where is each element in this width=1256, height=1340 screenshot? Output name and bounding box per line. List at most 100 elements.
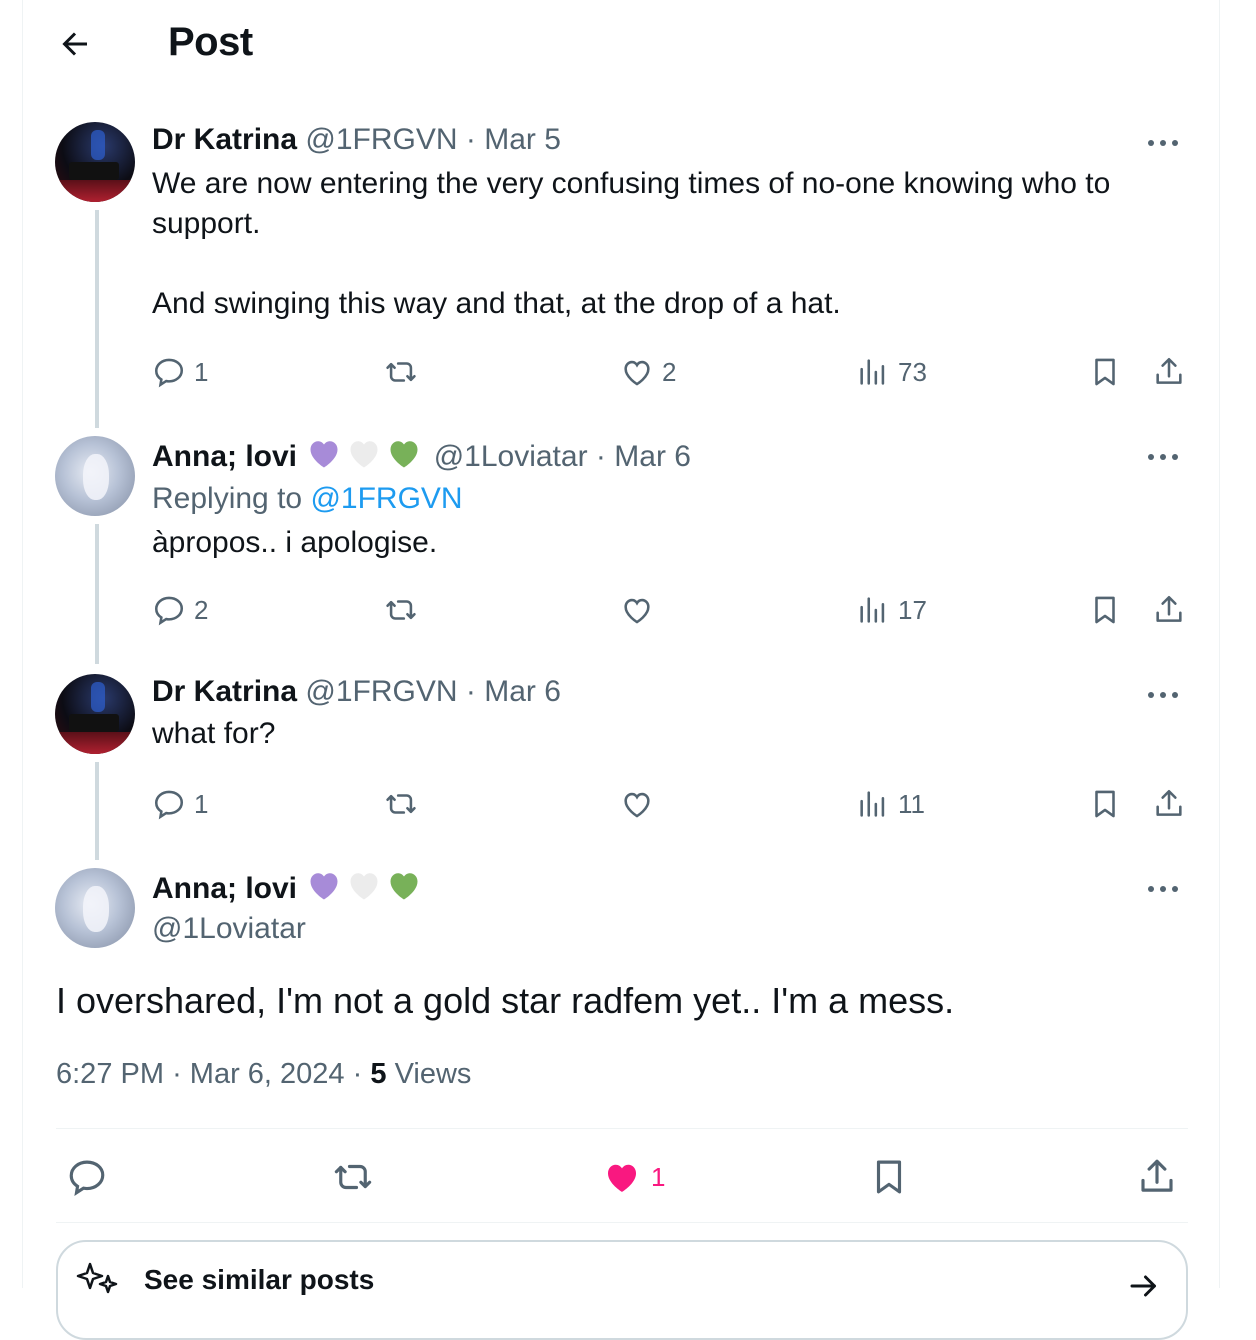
- header: Post: [23, 0, 1219, 90]
- share-button[interactable]: [1136, 1152, 1178, 1202]
- green-heart-icon: [385, 868, 423, 904]
- author-handle-line: @1Loviatar: [152, 911, 1189, 947]
- author-handle[interactable]: @1FRGVN: [305, 675, 457, 708]
- author-name[interactable]: Anna; lovi: [152, 872, 297, 905]
- post-time[interactable]: 6:27 PM: [56, 1058, 164, 1090]
- author-handle[interactable]: @1Loviatar: [434, 440, 588, 473]
- more-icon: [1148, 692, 1178, 698]
- more-icon: [1148, 886, 1178, 892]
- views-label: Views: [394, 1058, 472, 1090]
- thread-line: [95, 210, 99, 428]
- share-button[interactable]: [1152, 352, 1186, 392]
- author-name[interactable]: Dr Katrina: [152, 123, 297, 156]
- share-icon: [1156, 789, 1182, 816]
- repost-button[interactable]: [384, 352, 418, 392]
- views-button[interactable]: 17: [856, 590, 927, 630]
- post-text: We are now entering the very confusing t…: [152, 167, 1111, 320]
- replying-to: Replying to @1FRGVN: [152, 482, 463, 515]
- repost-icon: [386, 600, 416, 620]
- like-button[interactable]: 2: [620, 352, 676, 392]
- see-similar-posts-label: See similar posts: [144, 1264, 375, 1295]
- more-icon: [1148, 140, 1178, 146]
- reply-icon: [154, 790, 184, 820]
- arrow-right-icon: [1130, 1275, 1156, 1297]
- reply-icon: [69, 1160, 105, 1197]
- repost-button[interactable]: [384, 590, 418, 630]
- white-heart-icon: [345, 868, 383, 904]
- bookmark-button[interactable]: [868, 1152, 910, 1202]
- replying-to-link[interactable]: @1FRGVN: [310, 482, 462, 515]
- author-handle[interactable]: @1FRGVN: [305, 123, 457, 156]
- bookmark-icon: [1095, 596, 1115, 624]
- post-meta: Anna; lovi: [152, 868, 1189, 907]
- post-date[interactable]: Mar 6: [614, 440, 691, 473]
- see-similar-posts-button[interactable]: See similar posts: [56, 1240, 1188, 1340]
- reply-button[interactable]: 2: [152, 590, 208, 630]
- author-handle[interactable]: @1Loviatar: [152, 912, 306, 945]
- bookmark-button[interactable]: [1088, 784, 1122, 824]
- more-button[interactable]: [1145, 680, 1185, 710]
- main-post-text: I overshared, I'm not a gold star radfem…: [56, 980, 955, 1021]
- more-button[interactable]: [1145, 442, 1185, 472]
- more-button[interactable]: [1145, 128, 1185, 158]
- bookmark-icon: [1095, 358, 1115, 386]
- post-text: àpropos.. i apologise.: [152, 526, 438, 559]
- views-icon: [860, 597, 885, 623]
- avatar[interactable]: [55, 436, 135, 516]
- more-icon: [1148, 454, 1178, 460]
- divider: [56, 1128, 1188, 1129]
- sparkle-icon: [76, 1262, 118, 1294]
- post-meta: Anna; lovi @1Loviatar · Mar 6: [152, 436, 1189, 475]
- post-actions: 1 11: [152, 784, 1192, 824]
- post-timestamp: 6:27 PM · Mar 6, 2024 · 5 Views: [56, 1058, 472, 1090]
- like-icon: [624, 598, 650, 624]
- white-heart-icon: [345, 436, 383, 472]
- share-icon: [1141, 1159, 1173, 1192]
- post-meta: Dr Katrina @1FRGVN · Mar 6: [152, 675, 561, 708]
- post-date[interactable]: Mar 5: [484, 123, 561, 156]
- back-arrow-icon: [62, 32, 87, 56]
- like-button[interactable]: [620, 590, 654, 630]
- avatar[interactable]: [55, 122, 135, 202]
- reply-icon: [154, 358, 184, 388]
- main-post-actions: 1: [56, 1152, 1188, 1202]
- thread-line: [95, 524, 99, 664]
- reply-icon: [154, 596, 184, 626]
- post-text: what for?: [152, 717, 276, 750]
- reply-button[interactable]: 1: [152, 352, 208, 392]
- reply-button[interactable]: 1: [152, 784, 208, 824]
- views-button[interactable]: 73: [856, 352, 927, 392]
- repost-icon: [386, 794, 416, 814]
- like-icon: [624, 792, 650, 818]
- post-full-date[interactable]: Mar 6, 2024: [190, 1058, 345, 1090]
- post-date[interactable]: Mar 6: [484, 675, 561, 708]
- views-count: 5: [370, 1058, 387, 1090]
- share-button[interactable]: [1152, 784, 1186, 824]
- repost-button[interactable]: [384, 784, 418, 824]
- like-button[interactable]: 1: [601, 1152, 665, 1202]
- share-icon: [1156, 595, 1182, 622]
- repost-icon: [334, 1164, 372, 1190]
- divider: [56, 1222, 1188, 1223]
- more-button[interactable]: [1145, 874, 1185, 904]
- post-actions: 2 17: [152, 590, 1192, 630]
- like-button[interactable]: [620, 784, 654, 824]
- back-button[interactable]: [57, 26, 97, 66]
- green-heart-icon: [385, 436, 423, 472]
- repost-button[interactable]: [332, 1152, 374, 1202]
- author-name[interactable]: Anna; lovi: [152, 440, 297, 473]
- avatar[interactable]: [55, 868, 135, 948]
- repost-icon: [386, 362, 416, 382]
- reply-button[interactable]: [66, 1152, 108, 1202]
- share-button[interactable]: [1152, 590, 1186, 630]
- bookmark-icon: [876, 1160, 902, 1194]
- avatar[interactable]: [55, 674, 135, 754]
- purple-heart-icon: [305, 436, 343, 472]
- post-actions: 1 2 73: [152, 352, 1192, 392]
- bookmark-button[interactable]: [1088, 352, 1122, 392]
- views-icon: [860, 359, 885, 385]
- author-name[interactable]: Dr Katrina: [152, 675, 297, 708]
- like-count: 1: [651, 1161, 666, 1192]
- bookmark-button[interactable]: [1088, 590, 1122, 630]
- views-button[interactable]: 11: [856, 784, 925, 824]
